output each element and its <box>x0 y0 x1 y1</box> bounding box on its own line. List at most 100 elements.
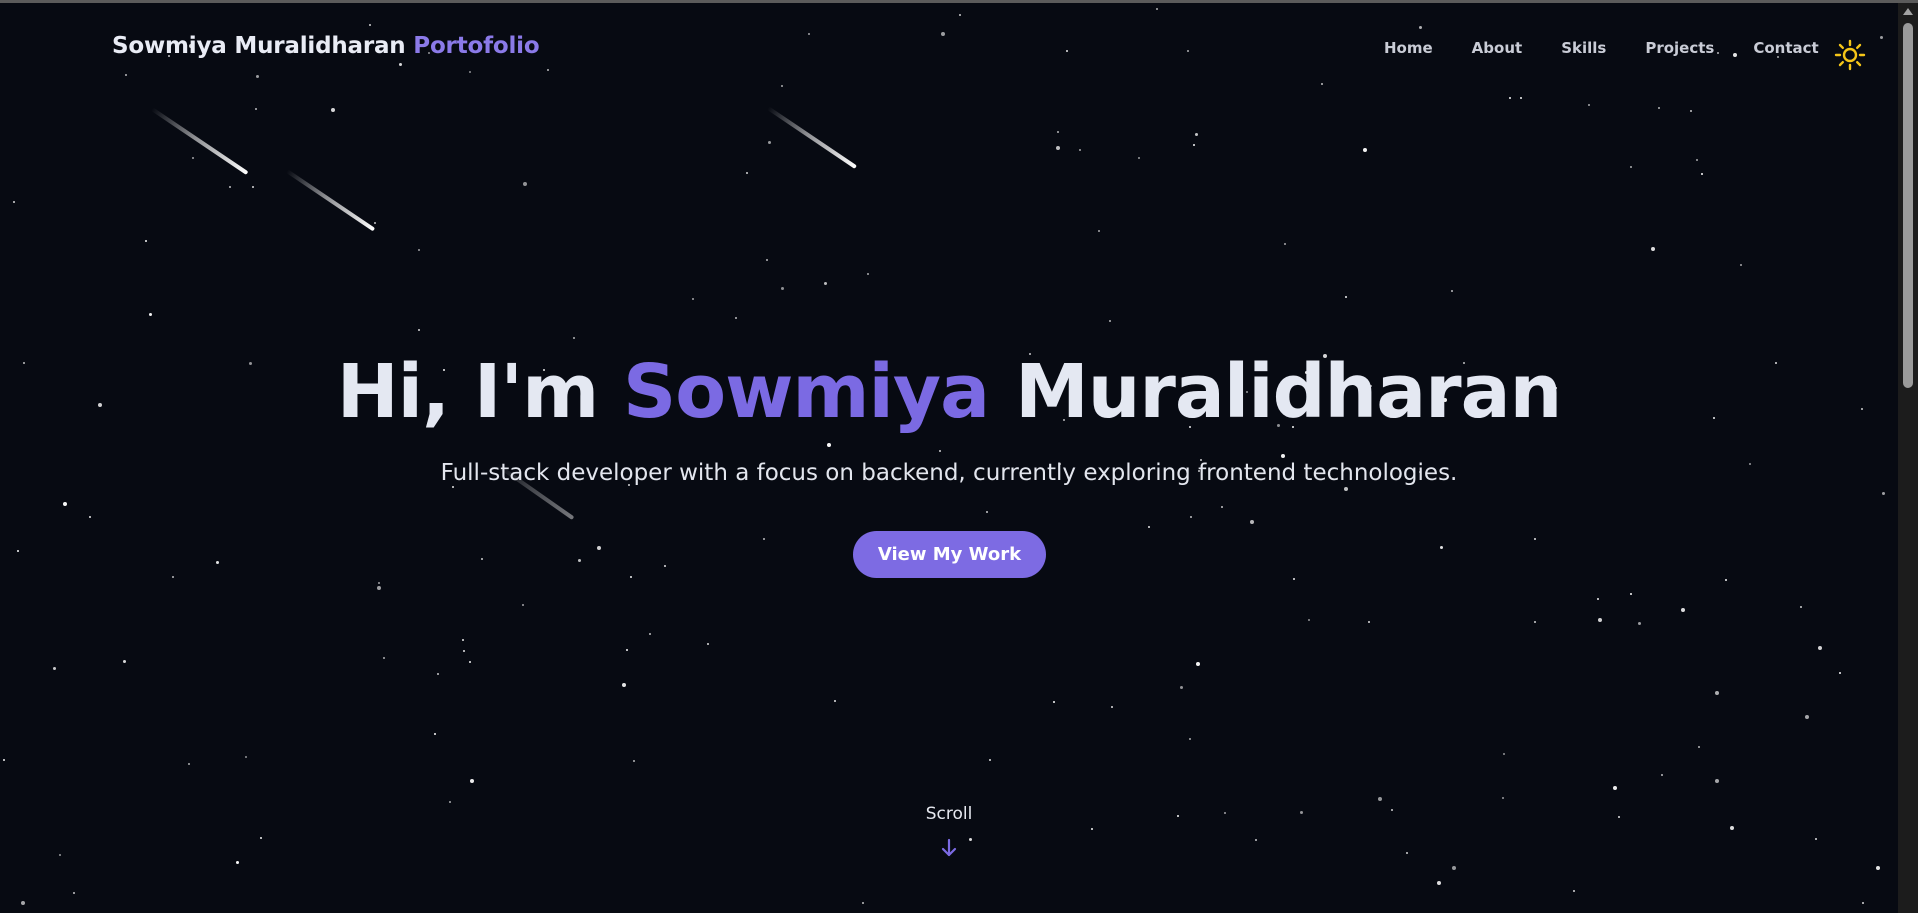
star <box>1284 243 1286 245</box>
star <box>236 861 239 864</box>
star <box>1109 320 1111 322</box>
scrollbar-thumb[interactable] <box>1903 23 1913 388</box>
hero-first-name: Sowmiya <box>622 349 990 435</box>
star <box>1344 487 1348 491</box>
star <box>255 108 257 110</box>
nav-link-home[interactable]: Home <box>1384 39 1433 57</box>
hero-subtitle: Full-stack developer with a focus on bac… <box>440 460 1458 486</box>
star <box>260 837 262 839</box>
star <box>1730 826 1734 830</box>
star <box>123 660 126 663</box>
star <box>3 759 5 761</box>
star <box>1196 662 1200 666</box>
star <box>626 649 628 651</box>
star <box>1661 774 1663 776</box>
shooting-star <box>285 169 376 232</box>
theme-toggle-button[interactable] <box>1834 39 1866 71</box>
star <box>1534 621 1536 623</box>
star <box>1057 131 1059 133</box>
star <box>1613 786 1617 790</box>
star <box>597 546 601 550</box>
star <box>1180 686 1183 689</box>
scroll-up-arrow-icon[interactable] <box>1903 8 1913 15</box>
star <box>21 901 25 905</box>
scroll-indicator[interactable] <box>939 837 959 859</box>
view-my-work-button[interactable]: View My Work <box>853 531 1046 578</box>
star <box>1250 520 1254 524</box>
star <box>1630 166 1632 168</box>
star <box>1800 606 1802 608</box>
star <box>1111 706 1113 708</box>
star <box>1437 881 1441 885</box>
star <box>1882 492 1885 495</box>
star <box>763 538 765 540</box>
star <box>1193 144 1195 146</box>
star <box>1293 578 1295 580</box>
shooting-star <box>150 107 249 175</box>
arrow-down-icon <box>941 838 957 857</box>
star <box>664 565 666 567</box>
star <box>378 582 380 584</box>
star <box>834 700 836 702</box>
star <box>1839 672 1841 674</box>
star <box>649 633 651 635</box>
star <box>188 763 190 765</box>
star <box>481 558 483 560</box>
star <box>1368 621 1370 623</box>
star <box>630 576 632 578</box>
star <box>192 157 194 159</box>
star <box>1681 608 1685 612</box>
star <box>1053 701 1055 703</box>
star <box>229 186 231 188</box>
star <box>1190 516 1192 518</box>
star <box>245 756 247 758</box>
nav-link-skills[interactable]: Skills <box>1561 39 1606 57</box>
star <box>418 249 420 251</box>
star <box>1658 107 1660 109</box>
star <box>73 892 75 894</box>
nav-link-projects[interactable]: Projects <box>1645 39 1714 57</box>
shooting-star <box>766 106 857 169</box>
brand-logo[interactable]: Sowmiya Muralidharan Portofolio <box>112 33 540 59</box>
star <box>434 733 436 735</box>
star <box>766 259 768 261</box>
star <box>633 760 635 762</box>
star <box>1862 902 1864 904</box>
star <box>1509 97 1511 99</box>
star <box>781 287 784 290</box>
sun-icon <box>1834 39 1866 71</box>
navbar: Sowmiya Muralidharan Portofolio Home Abo… <box>0 3 1898 93</box>
nav-link-about[interactable]: About <box>1472 39 1523 57</box>
star <box>939 450 941 452</box>
star <box>1056 146 1060 150</box>
star <box>449 801 451 803</box>
star <box>1701 173 1703 175</box>
hero-greeting: Hi, I'm <box>336 349 599 435</box>
star <box>149 313 152 316</box>
star <box>470 779 474 783</box>
page-scrollbar[interactable] <box>1898 3 1918 913</box>
star <box>867 273 869 275</box>
star <box>1363 148 1367 152</box>
star <box>735 317 737 319</box>
star <box>1651 247 1655 251</box>
starfield-background <box>0 3 1898 913</box>
star <box>1598 618 1602 622</box>
star <box>1815 838 1817 840</box>
star <box>63 502 67 506</box>
star <box>969 838 972 841</box>
star <box>374 222 376 224</box>
nav-link-contact[interactable]: Contact <box>1753 39 1818 57</box>
star <box>1378 797 1382 801</box>
star <box>622 683 626 687</box>
star <box>59 854 61 856</box>
star <box>1534 538 1536 540</box>
star <box>53 667 56 670</box>
star <box>216 561 219 564</box>
star <box>1715 691 1719 695</box>
hero-last-name: Muralidharan <box>1015 349 1562 435</box>
star <box>862 902 864 904</box>
star <box>1638 622 1641 625</box>
star <box>462 639 464 641</box>
star <box>1406 852 1408 854</box>
